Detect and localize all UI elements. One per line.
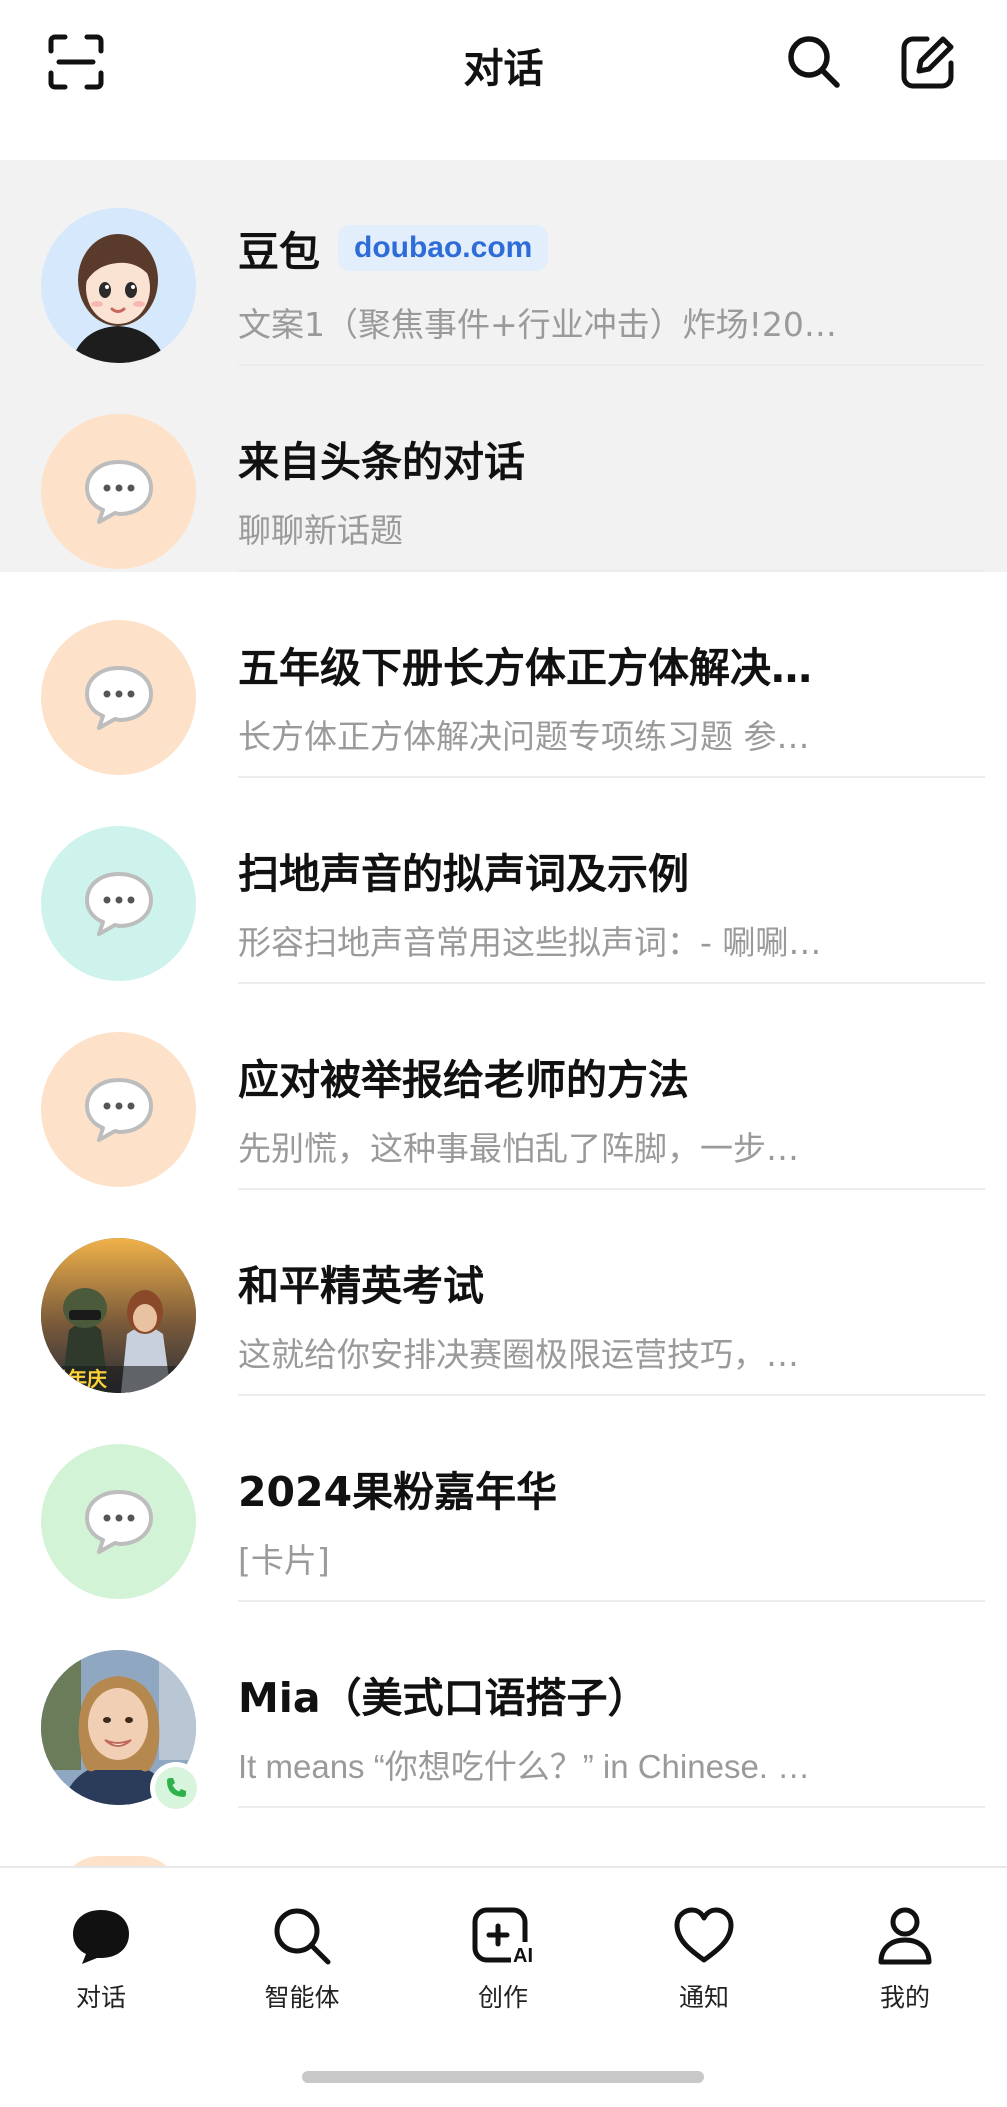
conversation-name: 2024果粉嘉年华 xyxy=(238,1468,558,1516)
conversation-name: 应对被举报给老师的方法 xyxy=(238,1056,689,1104)
voice-call-badge[interactable] xyxy=(150,1762,202,1814)
home-indicator[interactable] xyxy=(302,2071,704,2083)
tab-agents[interactable]: 智能体 xyxy=(232,1904,372,2014)
conversation-preview: It means “你想吃什么？” in Chinese. … xyxy=(238,1748,811,1785)
top-bar: 对话 xyxy=(0,0,1007,160)
chat-bubble-icon xyxy=(84,665,153,730)
conversation-name: Mia（美式口语搭子） xyxy=(238,1674,649,1722)
conversation-name: 来自头条的对话 xyxy=(238,438,525,486)
conversation-row[interactable]: 五年级下册长方体正方体解决… 长方体正方体解决问题专项练习题 参… xyxy=(0,572,1007,778)
ai-label: AI xyxy=(513,1945,533,1967)
phone-icon xyxy=(167,1778,186,1797)
svg-text:周年庆: 周年庆 xyxy=(47,1367,107,1391)
conversation-preview: 先别慌，这种事最怕乱了阵脚，一步… xyxy=(238,1129,799,1168)
conversation-row[interactable]: Mia（美式口语搭子） It means “你想吃什么？” in Chinese… xyxy=(0,1602,1007,1814)
chat-bubble-icon xyxy=(84,1489,153,1554)
phone-badge-bg xyxy=(155,1767,197,1809)
conversation-preview: 这就给你安排决赛圈极限运营技巧，… xyxy=(238,1335,799,1374)
conversation-row[interactable]: 应对被举报给老师的方法 先别慌，这种事最怕乱了阵脚，一步… xyxy=(0,984,1007,1190)
conversation-preview: 聊聊新话题 xyxy=(238,511,403,550)
avatar xyxy=(41,414,196,569)
domain-tag: doubao.com xyxy=(338,225,549,271)
conversation-row[interactable]: 2024果粉嘉年华 [卡片] xyxy=(0,1396,1007,1602)
chat-bubble-icon xyxy=(84,871,153,936)
search-icon xyxy=(274,1908,331,1965)
tab-notifications[interactable]: 通知 xyxy=(634,1904,774,2014)
page-title: 对话 xyxy=(463,46,544,92)
conversation-name: 五年级下册长方体正方体解决… xyxy=(238,644,812,692)
avatar xyxy=(41,620,196,775)
name-row: 豆包 doubao.com xyxy=(238,218,549,278)
tab-label: 对话 xyxy=(75,1983,126,2012)
chat-bubble-icon xyxy=(84,459,153,524)
conversation-name: 和平精英考试 xyxy=(238,1262,484,1310)
conversation-preview: 长方体正方体解决问题专项练习题 参… xyxy=(238,717,810,756)
conversation-preview: 文案1（聚焦事件+行业冲击）炸场!20… xyxy=(238,305,837,344)
heart-icon xyxy=(674,1907,734,1963)
app-root: 对话 豆包 doubao.com 文案1（聚焦事件+行业冲击）炸场!20… 来自… xyxy=(0,0,1007,2107)
conversation-row[interactable]: 来自头条的对话 聊聊新话题 xyxy=(0,366,1007,572)
chat-bubble-icon xyxy=(84,1077,153,1142)
conversation-row[interactable]: 扫地声音的拟声词及示例 形容扫地声音常用这些拟声词：- 唰唰… xyxy=(0,778,1007,984)
tab-label: 智能体 xyxy=(264,1983,340,2012)
conversation-row[interactable]: 周年庆 和平精英考试 这就给你安排决赛圈极限运营技巧，… xyxy=(0,1190,1007,1396)
tab-create[interactable]: AI 创作 xyxy=(433,1904,573,2014)
avatar xyxy=(41,826,196,981)
create-ai-icon: AI xyxy=(472,1907,535,1967)
tab-label: 我的 xyxy=(879,1983,930,2012)
tab-profile[interactable]: 我的 xyxy=(835,1904,975,2014)
conversation-list: 豆包 doubao.com 文案1（聚焦事件+行业冲击）炸场!20… 来自头条的… xyxy=(0,160,1007,1814)
divider xyxy=(238,1806,985,1808)
tab-chat[interactable]: 对话 xyxy=(31,1904,171,2014)
avatar xyxy=(41,1032,196,1187)
conversation-preview: [卡片] xyxy=(238,1541,330,1580)
avatar xyxy=(41,1444,196,1599)
tab-label: 创作 xyxy=(477,1983,528,2012)
game-avatar: 周年庆 xyxy=(41,1238,196,1393)
avatar: 周年庆 xyxy=(41,1238,196,1393)
doubao-avatar xyxy=(41,208,196,363)
conversation-preview: 形容扫地声音常用这些拟声词：- 唰唰… xyxy=(238,923,822,962)
conversation-name: 扫地声音的拟声词及示例 xyxy=(238,850,689,898)
person-icon xyxy=(878,1907,932,1965)
tab-label: 通知 xyxy=(678,1983,729,2012)
compose-icon xyxy=(901,36,954,89)
search-icon xyxy=(788,36,840,88)
conversation-row[interactable]: 豆包 doubao.com 文案1（聚焦事件+行业冲击）炸场!20… xyxy=(0,160,1007,366)
avatar xyxy=(41,208,196,363)
new-chat-button[interactable] xyxy=(896,30,960,94)
conversation-name: 豆包 xyxy=(238,228,320,276)
search-button[interactable] xyxy=(782,30,846,94)
chat-filled-icon xyxy=(73,1910,129,1964)
